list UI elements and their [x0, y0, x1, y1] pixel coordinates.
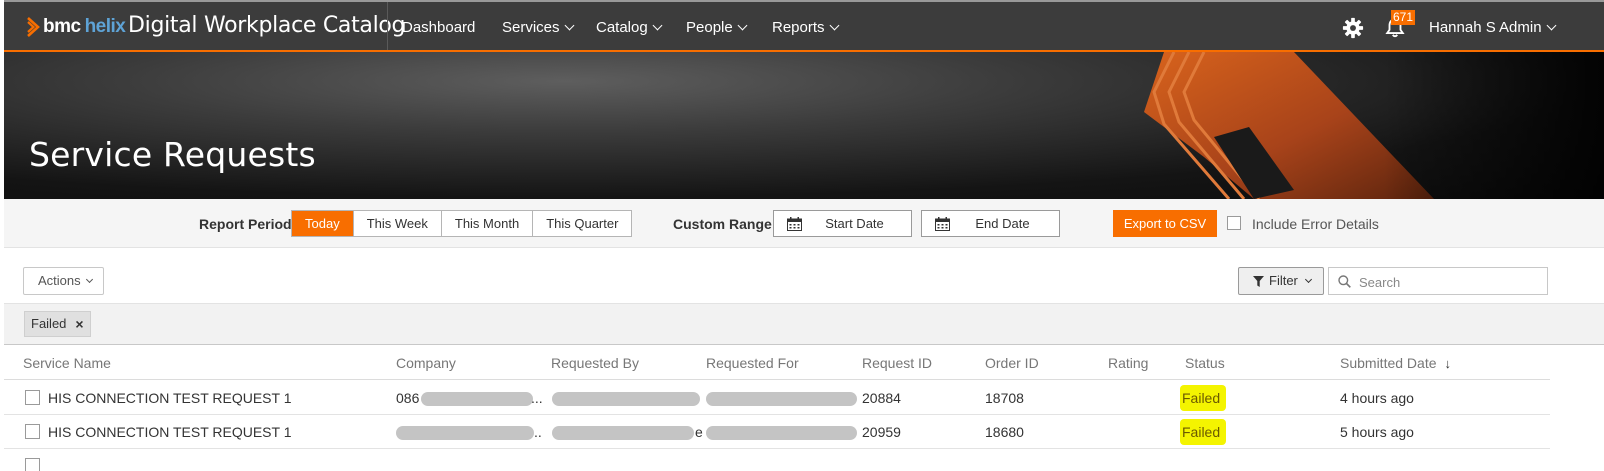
- chevron-down-icon: [85, 275, 93, 284]
- cell-service-name[interactable]: HIS CONNECTION TEST REQUEST 1: [48, 424, 292, 440]
- include-error-details-checkbox[interactable]: [1227, 216, 1241, 230]
- column-header-submitted-date[interactable]: Submitted Date ↓: [1340, 355, 1451, 371]
- report-period-label: Report Period: [199, 216, 292, 232]
- actions-dropdown-button[interactable]: Actions: [23, 267, 104, 295]
- cell-request-id: 20959: [862, 424, 901, 440]
- row-divider: [4, 448, 1550, 449]
- nav-services[interactable]: Services: [502, 19, 574, 36]
- nav-dashboard-label: Dashboard: [402, 19, 476, 36]
- chevron-down-icon: [1304, 275, 1313, 284]
- cell-company-trail: ...: [531, 390, 543, 406]
- app-title: Digital Workplace Catalog: [128, 13, 406, 38]
- period-this-week-button[interactable]: This Week: [354, 211, 442, 236]
- report-period-bar: Report Period Today This Week This Month…: [4, 199, 1604, 248]
- chevron-down-icon: [1546, 20, 1557, 31]
- end-date-field[interactable]: End Date: [921, 210, 1060, 237]
- cell-status-failed: Failed: [1180, 419, 1227, 445]
- cell-service-name[interactable]: HIS CONNECTION TEST REQUEST 1: [48, 390, 292, 406]
- page-title: Service Requests: [29, 135, 316, 174]
- nav-services-label: Services: [502, 19, 560, 36]
- cell-status-failed: Failed: [1180, 385, 1227, 411]
- nav-people[interactable]: People: [686, 19, 748, 36]
- redacted-requested-by: [552, 426, 694, 440]
- bmc-chevron-icon: [27, 17, 40, 37]
- nav-dashboard[interactable]: Dashboard: [402, 19, 475, 36]
- redacted-requested-for: [706, 426, 857, 440]
- column-header-order-id[interactable]: Order ID: [985, 355, 1039, 371]
- row-select-checkbox[interactable]: [25, 390, 40, 405]
- start-date-placeholder: Start Date: [825, 216, 884, 231]
- submitted-date-label: Submitted Date: [1340, 355, 1437, 371]
- custom-range-label: Custom Range: [673, 216, 772, 232]
- funnel-icon: [1253, 276, 1264, 287]
- column-header-request-id[interactable]: Request ID: [862, 355, 932, 371]
- end-date-placeholder: End Date: [975, 216, 1030, 231]
- sort-descending-icon: ↓: [1444, 356, 1452, 371]
- search-icon: [1338, 275, 1351, 288]
- start-date-field[interactable]: Start Date: [773, 210, 912, 237]
- search-box: [1328, 267, 1548, 295]
- cell-submitted-date: 5 hours ago: [1340, 424, 1414, 440]
- column-header-requested-by[interactable]: Requested By: [551, 355, 639, 371]
- filter-chip-label: Failed: [31, 316, 67, 331]
- user-menu[interactable]: Hannah S Admin: [1429, 19, 1557, 36]
- remove-filter-icon[interactable]: ×: [75, 312, 83, 336]
- redacted-company: [421, 392, 533, 406]
- page-banner: Service Requests: [4, 52, 1604, 199]
- user-name: Hannah S Admin: [1429, 19, 1542, 36]
- column-header-rating[interactable]: Rating: [1108, 355, 1148, 371]
- period-this-month-button[interactable]: This Month: [442, 211, 534, 236]
- nav-reports[interactable]: Reports: [772, 19, 839, 36]
- gear-icon[interactable]: [1342, 17, 1364, 39]
- cell-company-trail: ..: [534, 424, 542, 440]
- cell-order-id: 18680: [985, 424, 1024, 440]
- column-header-company[interactable]: Company: [396, 355, 456, 371]
- bmc-helix-logo[interactable]: bmc helix: [26, 14, 126, 40]
- actions-label: Actions: [38, 273, 81, 288]
- banner-decorative-graphic: [1144, 52, 1604, 199]
- cell-request-id: 20884: [862, 390, 901, 406]
- row-divider: [4, 414, 1550, 415]
- chevron-down-icon: [564, 20, 574, 31]
- nav-reports-label: Reports: [772, 19, 825, 36]
- search-input[interactable]: [1357, 271, 1541, 293]
- filter-button[interactable]: Filter: [1238, 267, 1324, 295]
- nav-catalog-label: Catalog: [596, 19, 648, 36]
- row-select-checkbox[interactable]: [25, 458, 40, 471]
- filter-chip-failed: Failed ×: [24, 311, 91, 337]
- filter-label: Filter: [1269, 273, 1298, 288]
- row-select-checkbox[interactable]: [25, 424, 40, 439]
- app-window: bmc helix Digital Workplace Catalog Dash…: [4, 0, 1604, 471]
- nav-catalog[interactable]: Catalog: [596, 19, 663, 36]
- cell-submitted-date: 4 hours ago: [1340, 390, 1414, 406]
- logo-bmc-text: bmc: [43, 16, 81, 37]
- report-period-selector: Today This Week This Month This Quarter: [291, 210, 633, 237]
- redacted-requested-by: [552, 392, 700, 406]
- period-this-quarter-button[interactable]: This Quarter: [533, 211, 631, 236]
- cell-requested-by-trail: e: [695, 424, 703, 440]
- active-filters-bar: Failed ×: [4, 303, 1604, 345]
- chevron-down-icon: [652, 20, 663, 31]
- column-header-service-name[interactable]: Service Name: [23, 355, 111, 371]
- include-error-details-label: Include Error Details: [1252, 216, 1379, 232]
- chevron-down-icon: [829, 20, 839, 31]
- column-header-status[interactable]: Status: [1185, 355, 1225, 371]
- redacted-requested-for: [706, 392, 857, 406]
- redacted-company: [396, 426, 534, 440]
- cell-order-id: 18708: [985, 390, 1024, 406]
- export-to-csv-button[interactable]: Export to CSV: [1113, 210, 1217, 237]
- top-navigation-bar: bmc helix Digital Workplace Catalog Dash…: [4, 2, 1604, 52]
- notification-count-badge: 671: [1391, 10, 1416, 25]
- column-header-requested-for[interactable]: Requested For: [706, 355, 799, 371]
- period-today-button[interactable]: Today: [292, 211, 354, 236]
- logo-helix-text: helix: [84, 16, 126, 37]
- nav-people-label: People: [686, 19, 733, 36]
- nav-divider: [387, 2, 388, 50]
- chevron-down-icon: [737, 20, 748, 31]
- cell-company: 086: [396, 390, 420, 406]
- table-header-divider: [4, 379, 1550, 380]
